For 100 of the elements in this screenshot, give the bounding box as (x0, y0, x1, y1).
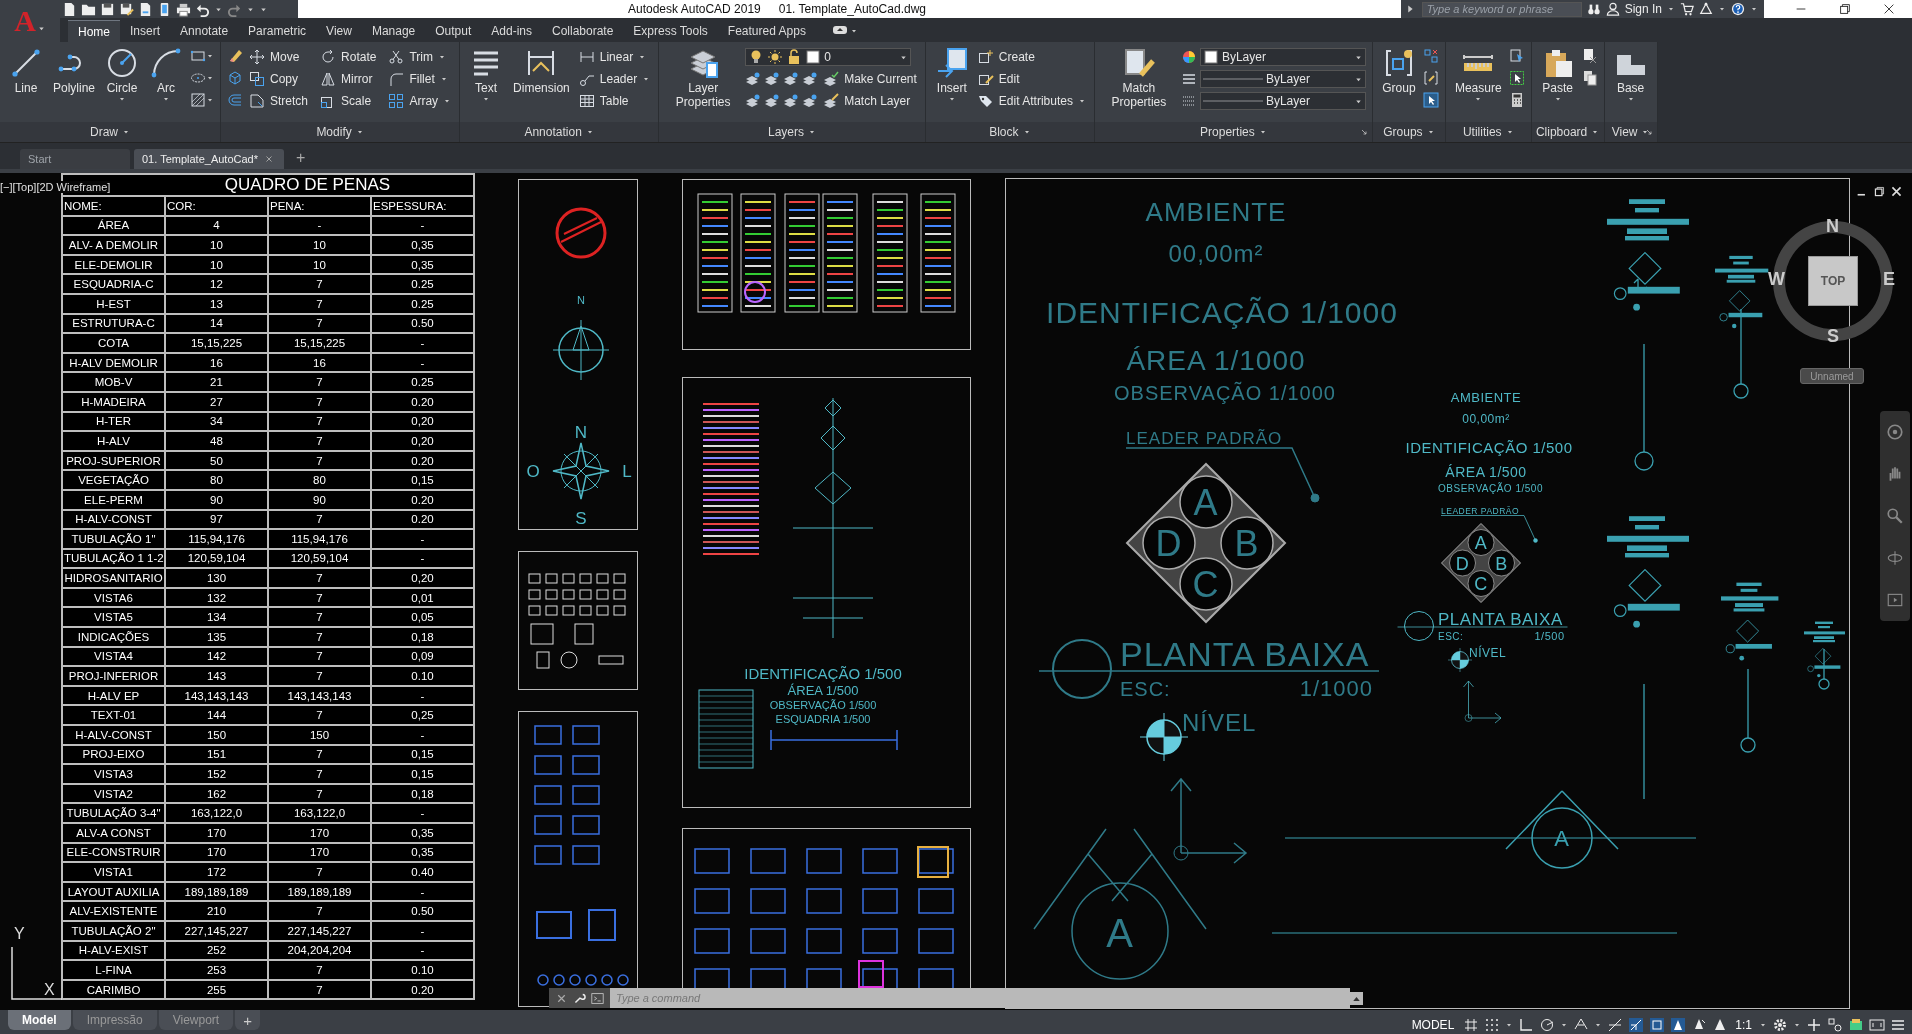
layer-state-icon[interactable] (764, 93, 781, 109)
layout-tab[interactable]: Model (8, 1010, 71, 1030)
command-prompt-icon[interactable] (591, 991, 604, 1005)
ribbon-tab[interactable]: Express Tools (623, 20, 718, 42)
lineweight-display-icon[interactable] (1649, 1016, 1666, 1033)
tool-button[interactable]: Group (1378, 45, 1419, 97)
save-as-icon[interactable] (119, 1, 134, 17)
dropdown-field[interactable]: ByLayer (1199, 70, 1366, 88)
dropdown-field[interactable]: ByLayer (1199, 48, 1366, 66)
dropdown-field[interactable]: 0 (745, 48, 912, 66)
ribbon-tab[interactable]: Parametric (238, 20, 317, 42)
tool-button[interactable]: Paste (1537, 45, 1578, 105)
caret-icon[interactable] (1667, 5, 1675, 13)
orbit-icon[interactable] (1886, 549, 1904, 567)
layer-state-icon[interactable] (783, 71, 800, 87)
new-tab-button[interactable]: + (288, 149, 314, 169)
panel-title[interactable]: Modify (316, 125, 352, 139)
caret-icon[interactable] (1750, 5, 1758, 13)
ribbon-tab[interactable]: Featured Apps (717, 20, 816, 42)
layer-state-icon[interactable] (783, 93, 800, 109)
polar-tracking-icon[interactable] (1539, 1016, 1556, 1033)
cart-icon[interactable] (1680, 2, 1694, 16)
close-icon[interactable] (1890, 185, 1903, 198)
document-tab[interactable]: 01. Template_AutoCad* (134, 149, 284, 169)
caret-icon[interactable] (1641, 128, 1650, 136)
quick-select-icon[interactable] (1508, 48, 1525, 64)
tool-button[interactable]: Mirror (318, 71, 375, 87)
caret-icon[interactable] (1591, 128, 1600, 136)
binoculars-icon[interactable] (1586, 2, 1601, 16)
ribbon-tab[interactable]: Manage (361, 20, 426, 42)
tool-button[interactable]: Fillet (386, 71, 450, 87)
tool-button[interactable]: Match Properties (1100, 45, 1177, 111)
tool-button[interactable]: Line (6, 45, 46, 97)
select-icon[interactable] (1508, 70, 1525, 86)
tool-button[interactable]: Trim (386, 49, 448, 65)
caret-icon[interactable] (1718, 5, 1726, 13)
cloud-file-icon[interactable] (138, 1, 153, 17)
object-snap-icon[interactable] (1628, 1016, 1645, 1033)
grid-icon[interactable] (1463, 1016, 1480, 1033)
dropdown-field[interactable]: ByLayer (1199, 92, 1366, 110)
tool-button[interactable]: Arc (146, 45, 187, 105)
object-tracking-icon[interactable] (1607, 1016, 1624, 1033)
group-edit-icon[interactable] (1422, 70, 1439, 86)
plus-icon[interactable] (1806, 1016, 1822, 1033)
tool-button[interactable]: Circle (102, 45, 143, 105)
tool-button[interactable]: Leader (576, 71, 653, 87)
cut-icon[interactable] (1581, 48, 1598, 64)
isolate-objects-icon[interactable] (1827, 1016, 1843, 1033)
caret-icon[interactable] (1505, 128, 1514, 136)
caret-icon[interactable] (1426, 128, 1435, 136)
zoom-icon[interactable] (1886, 507, 1904, 525)
wrench-icon[interactable] (573, 991, 586, 1005)
panel-title[interactable]: Layers (768, 125, 804, 139)
sign-in-button[interactable]: Sign In (1624, 2, 1662, 16)
layer-state-icon[interactable] (745, 71, 762, 87)
hardware-acceleration-icon[interactable] (1848, 1016, 1864, 1033)
annotation-visibility-icon[interactable] (1670, 1016, 1687, 1033)
tool-button[interactable]: Stretch (247, 93, 311, 109)
tool-button[interactable]: Base (1610, 45, 1651, 105)
launcher-arrow-icon[interactable] (1644, 128, 1653, 136)
ribbon-tab[interactable]: Home (68, 20, 120, 42)
settings-icon[interactable] (1772, 1016, 1788, 1033)
ribbon-tab[interactable]: Collaborate (542, 20, 624, 42)
panel-title[interactable]: Draw (90, 125, 118, 139)
tool-button[interactable]: Rotate (318, 49, 379, 65)
ribbon-tab[interactable]: View (316, 20, 362, 42)
help-icon[interactable] (1731, 2, 1745, 16)
tool-button[interactable]: Array (386, 93, 454, 109)
annotation-scale-button[interactable]: 1:1 (1733, 1017, 1754, 1032)
launcher-arrow-icon[interactable] (1359, 128, 1368, 136)
lineweight-icon[interactable] (1180, 71, 1197, 87)
tool-button[interactable]: Edit Attributes (975, 93, 1088, 109)
restore-icon[interactable] (1838, 2, 1852, 16)
caret-icon[interactable] (122, 128, 130, 136)
tool-button[interactable]: Make Current (821, 71, 919, 87)
ungroup-icon[interactable] (1422, 48, 1439, 64)
tool-button[interactable]: Move (247, 49, 302, 65)
color-wheel-icon[interactable] (1180, 49, 1197, 65)
tool-button[interactable]: Create (975, 49, 1037, 65)
box-icon[interactable] (227, 70, 244, 86)
ortho-icon[interactable] (1518, 1016, 1535, 1033)
viewport-label[interactable]: [−][Top][2D Wireframe] (0, 181, 111, 193)
save-icon[interactable] (100, 1, 115, 17)
layer-state-icon[interactable] (802, 93, 819, 109)
ribbon-tab[interactable]: Add-ins (481, 20, 542, 42)
tool-button[interactable]: Measure (1451, 45, 1505, 105)
caret-icon[interactable] (585, 128, 594, 136)
linetype-icon[interactable] (1180, 93, 1197, 109)
ellipse-icon[interactable] (190, 70, 207, 86)
copy-pages-icon[interactable] (1581, 70, 1598, 86)
view-cube-face[interactable]: TOP (1808, 256, 1858, 306)
caret-icon[interactable] (1022, 128, 1031, 136)
steering-wheel-icon[interactable] (1886, 423, 1904, 441)
tool-button[interactable]: Match Layer (821, 93, 913, 109)
caret-icon[interactable] (206, 52, 215, 60)
ribbon-tab[interactable]: Output (425, 20, 482, 42)
layer-state-icon[interactable] (764, 71, 781, 87)
panel-title[interactable]: Properties (1200, 125, 1255, 139)
ribbon-tab[interactable]: Annotate (170, 20, 239, 42)
panel-title[interactable]: Groups (1383, 125, 1423, 139)
